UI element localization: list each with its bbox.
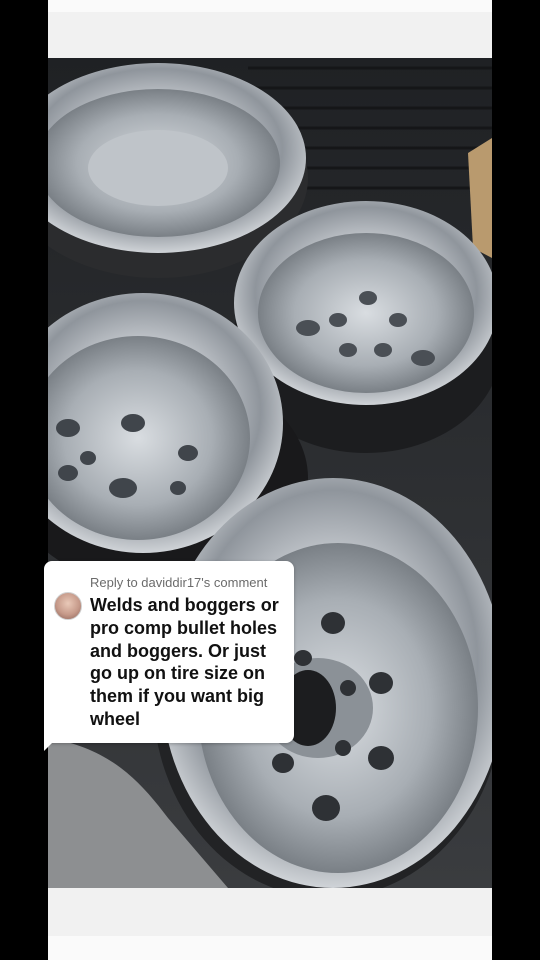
commenter-avatar[interactable] [54,592,82,620]
frame-top-edge [48,0,492,12]
top-bar [48,12,492,58]
wheels-illustration [48,58,492,888]
frame-bottom-edge [48,936,492,960]
comment-card-tail [44,735,60,751]
comment-text: Welds and boggers or pro comp bullet hol… [90,595,279,729]
reply-to-label: Reply to daviddir17's comment [90,575,268,590]
wheels-photo [48,58,492,888]
bottom-bar [48,888,492,936]
video-frame [48,0,492,960]
